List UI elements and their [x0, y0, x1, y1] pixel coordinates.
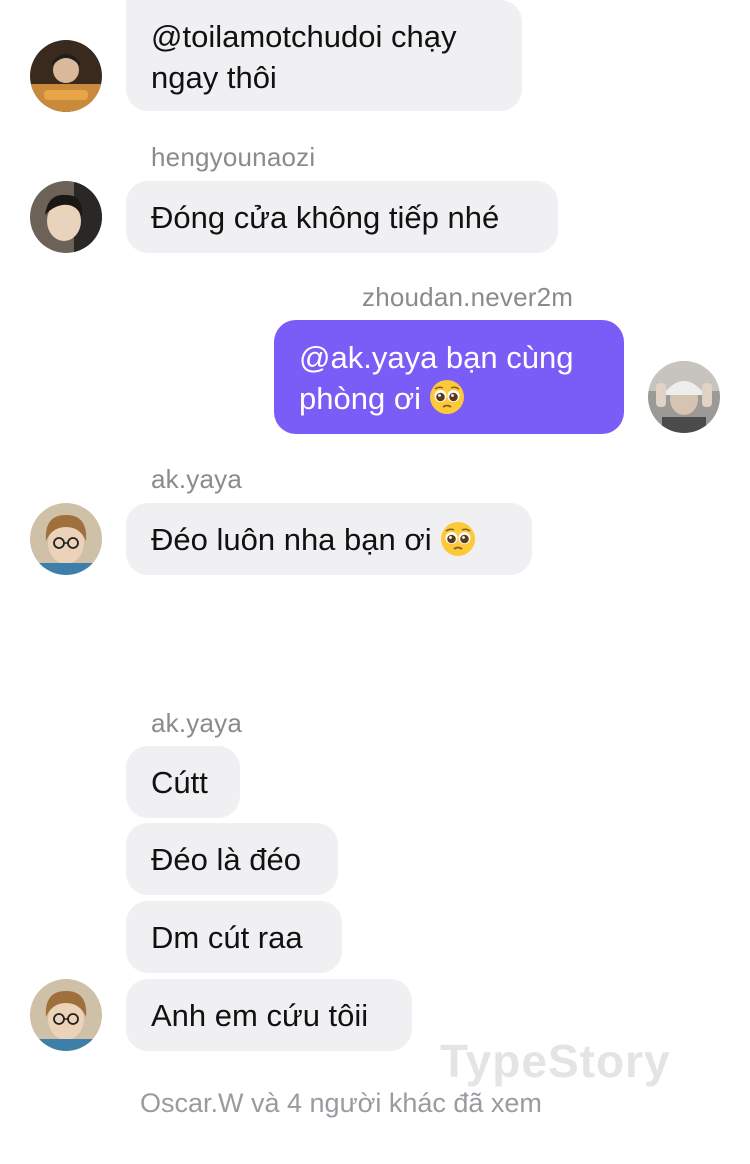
message-line: ngay thôi — [151, 60, 277, 95]
pleading-face-icon — [440, 521, 476, 557]
pleading-face-icon — [429, 379, 465, 415]
message-bubble[interactable]: Đéo là đéo — [126, 823, 338, 895]
avatar[interactable] — [30, 503, 102, 575]
message-bubble[interactable]: Cútt — [126, 746, 240, 818]
message-line: @ak.yaya bạn cùng — [299, 340, 574, 375]
message-bubble[interactable]: Đéo luôn nha bạn ơi — [126, 503, 532, 575]
avatar[interactable] — [648, 361, 720, 433]
avatar[interactable] — [30, 40, 102, 112]
watermark: TypeStory — [440, 1035, 671, 1087]
message-bubble[interactable]: @toilamotchudoi chạy ngay thôi — [126, 0, 522, 111]
sender-name: ak.yaya — [151, 464, 243, 494]
avatar[interactable] — [30, 979, 102, 1051]
message-bubble[interactable]: Anh em cứu tôii — [126, 979, 412, 1051]
message-bubble[interactable]: Dm cút raa — [126, 901, 342, 973]
message-bubble[interactable]: Đóng cửa không tiếp nhé — [126, 181, 558, 253]
message-text: Anh em cứu tôii — [151, 997, 369, 1033]
message-text: Dm cút raa — [151, 919, 303, 955]
message-text: Đéo là đéo — [151, 841, 301, 877]
sender-name: ak.yaya — [151, 708, 243, 738]
message-text: Đéo luôn nha bạn ơi — [151, 521, 432, 557]
message-line: phòng ơi — [299, 378, 599, 419]
sender-name: hengyounaozi — [151, 142, 316, 172]
avatar[interactable] — [30, 181, 102, 253]
message-line: @toilamotchudoi chạy — [151, 19, 457, 54]
message-text: Đóng cửa không tiếp nhé — [151, 199, 500, 235]
seen-status[interactable]: Oscar.W và 4 người khác đã xem — [140, 1088, 542, 1119]
message-text: Cútt — [151, 764, 208, 800]
own-message-bubble[interactable]: @ak.yaya bạn cùng phòng ơi — [274, 320, 624, 434]
sender-name: zhoudan.never2m — [362, 282, 574, 312]
message-line-text: phòng ơi — [299, 381, 422, 416]
